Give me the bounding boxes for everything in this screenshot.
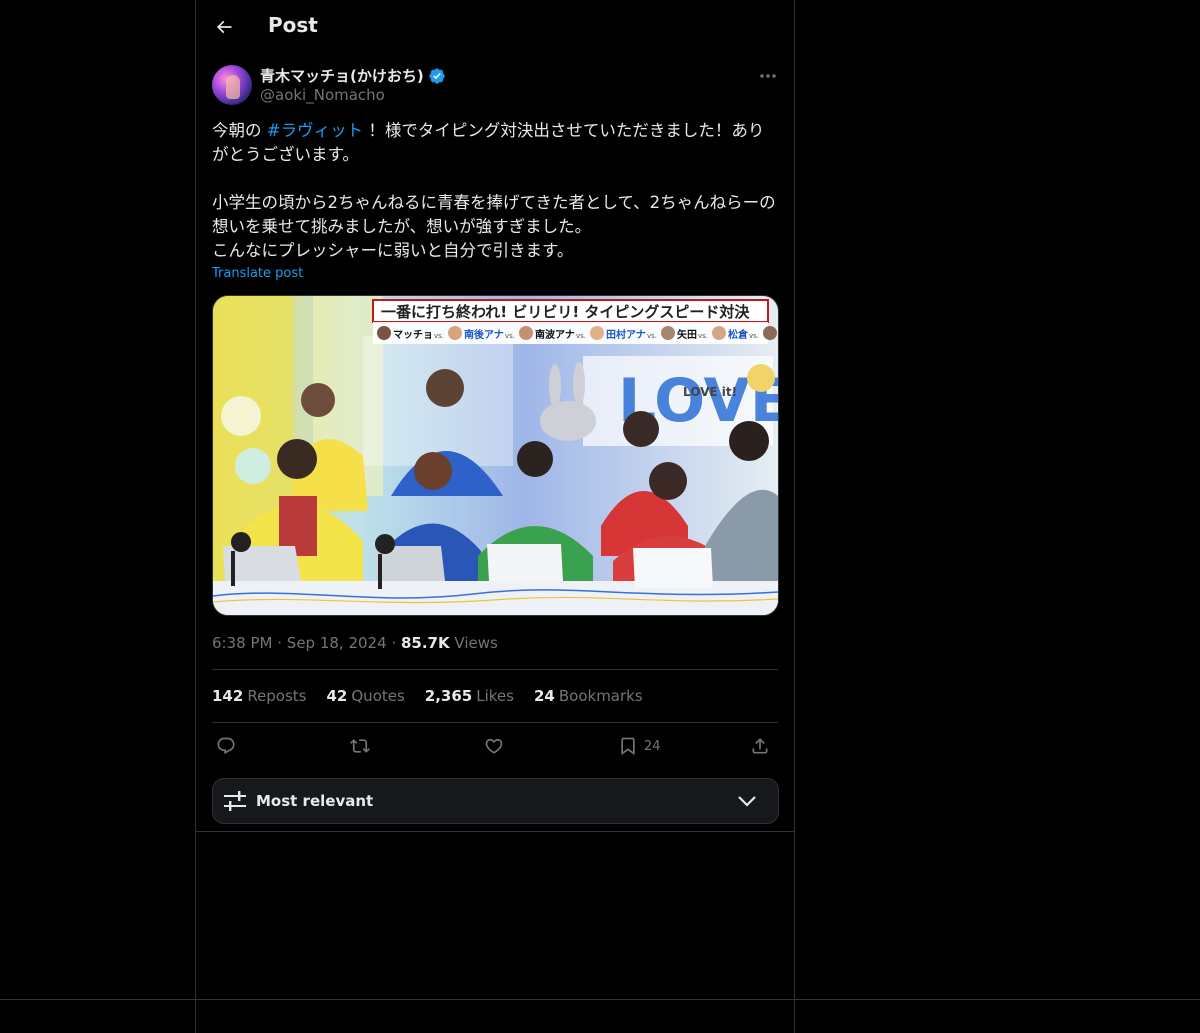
page-header: Post [196,0,794,53]
quotes-stat[interactable]: 42 Quotes [327,687,405,705]
bookmark-icon [621,737,635,756]
tweet-paragraph-1: 今朝の #ラヴィット ！様でタイピング対決出させていただきました！ありがとうござ… [212,119,778,167]
avatar[interactable] [212,65,252,105]
contestant-name: 矢田 [677,328,697,341]
verified-badge-icon [429,67,445,84]
arrow-left-icon [216,20,232,34]
author-name-row[interactable]: 青木マッチョ(かけおち) [260,65,446,86]
sort-label: Most relevant [256,792,374,810]
contestant-face [763,326,777,340]
views-label: Views [454,634,498,652]
contestant-face [590,326,604,340]
bookmarks-count: 24 [533,687,555,705]
tweet-text: 今朝の #ラヴィット ！様でタイピング対決出させていただきました！ありがとうござ… [212,119,778,263]
author-name[interactable]: 青木マッチョ(かけおち) [260,65,424,86]
tweet-time[interactable]: 6:38 PM [212,634,272,652]
chevron-down-icon [738,796,756,807]
views-count: 85.7K [400,634,450,652]
author-handle[interactable]: @aoki_Nomacho [260,86,385,104]
sliders-icon [224,791,246,811]
repost-icon [350,739,370,753]
page-title: Post [268,13,318,37]
vs-label: vs. [749,332,759,340]
primary-column: Post 青木マッチョ(かけおち) @aoki_Nomacho 今朝の #ラヴィ… [195,0,795,1033]
tweet-date[interactable]: Sep 18, 2024 [287,634,387,652]
vs-label: vs. [505,332,515,340]
likes-count: 2,365 [424,687,473,705]
contestant-name: マッチョ [393,329,433,341]
reply-sort-dropdown[interactable]: Most relevant [212,778,779,824]
tweet-meta: 6:38 PM · Sep 18, 2024 · 85.7K Views [212,634,498,652]
repost-button[interactable] [350,734,370,758]
share-icon [752,738,768,754]
likes-label: Likes [476,687,514,705]
translate-post-link[interactable]: Translate post [212,266,303,281]
contestant-face [377,326,391,340]
contestant-name: 南後アナ [464,328,504,341]
quotes-label: Quotes [351,687,405,705]
contestant-face [712,326,726,340]
tweet-blank-line [212,167,778,191]
back-button[interactable] [212,15,236,39]
meta-separator: · [391,634,397,652]
like-button[interactable] [484,734,504,758]
divider [212,669,778,670]
hashtag-link[interactable]: #ラヴィット [267,121,363,140]
tweet-media-image[interactable]: LOVE LOVE it! 一番に打ち終われ! ビリビリ! タイピングスピード対… [212,295,779,616]
likes-stat[interactable]: 2,365 Likes [425,687,514,705]
share-button[interactable] [750,734,770,758]
vs-label: vs. [434,332,444,340]
vs-label: vs. [647,332,657,340]
reposts-label: Reposts [247,687,307,705]
reply-button[interactable] [216,734,236,758]
section-divider [196,831,794,832]
contestant-face [448,326,462,340]
engagement-stats: 142 Reposts 42 Quotes 2,365 Likes 24 Bookmar… [212,687,643,705]
divider [212,722,778,723]
bookmark-count: 24 [644,738,661,754]
contestant-name: 松倉 [728,328,749,341]
more-dots-icon [760,74,776,78]
bottom-divider [0,999,1200,1000]
bookmarks-stat[interactable]: 24 Bookmarks [534,687,643,705]
contestant-name: 田村アナ [606,328,646,341]
tweet-paragraph-2: 小学生の頃から2ちゃんねるに青春を捧げてきた者として、2ちゃんねらーの想いを乗せ… [212,193,776,236]
vs-label: vs. [698,332,708,340]
contestant-face [661,326,675,340]
more-options-button[interactable] [756,66,780,86]
quotes-count: 42 [326,687,348,705]
contestant-face [519,326,533,340]
reply-icon [217,737,235,755]
meta-separator: · [277,634,283,652]
reposts-stat[interactable]: 142 Reposts [212,687,307,705]
media-illustration: LOVE LOVE it! 一番に打ち終われ! ビリビリ! タイピングスピード対… [213,296,778,615]
action-bar: 24 [212,734,778,758]
tweet-text-prefix: 今朝の [212,121,267,140]
bookmarks-label: Bookmarks [558,687,643,705]
set-logo-text: LOVE it! [683,385,737,399]
bookmark-button[interactable]: 24 [618,734,661,758]
heart-icon [485,738,503,754]
contestant-name: 南波アナ [535,328,575,341]
tweet-paragraph-3: こんなにプレッシャーに弱いと自分で引きます。 [212,241,574,260]
banner-title: 一番に打ち終われ! ビリビリ! タイピングスピード対決 [381,303,750,321]
reposts-count: 142 [212,687,244,705]
vs-label: vs. [576,332,586,340]
